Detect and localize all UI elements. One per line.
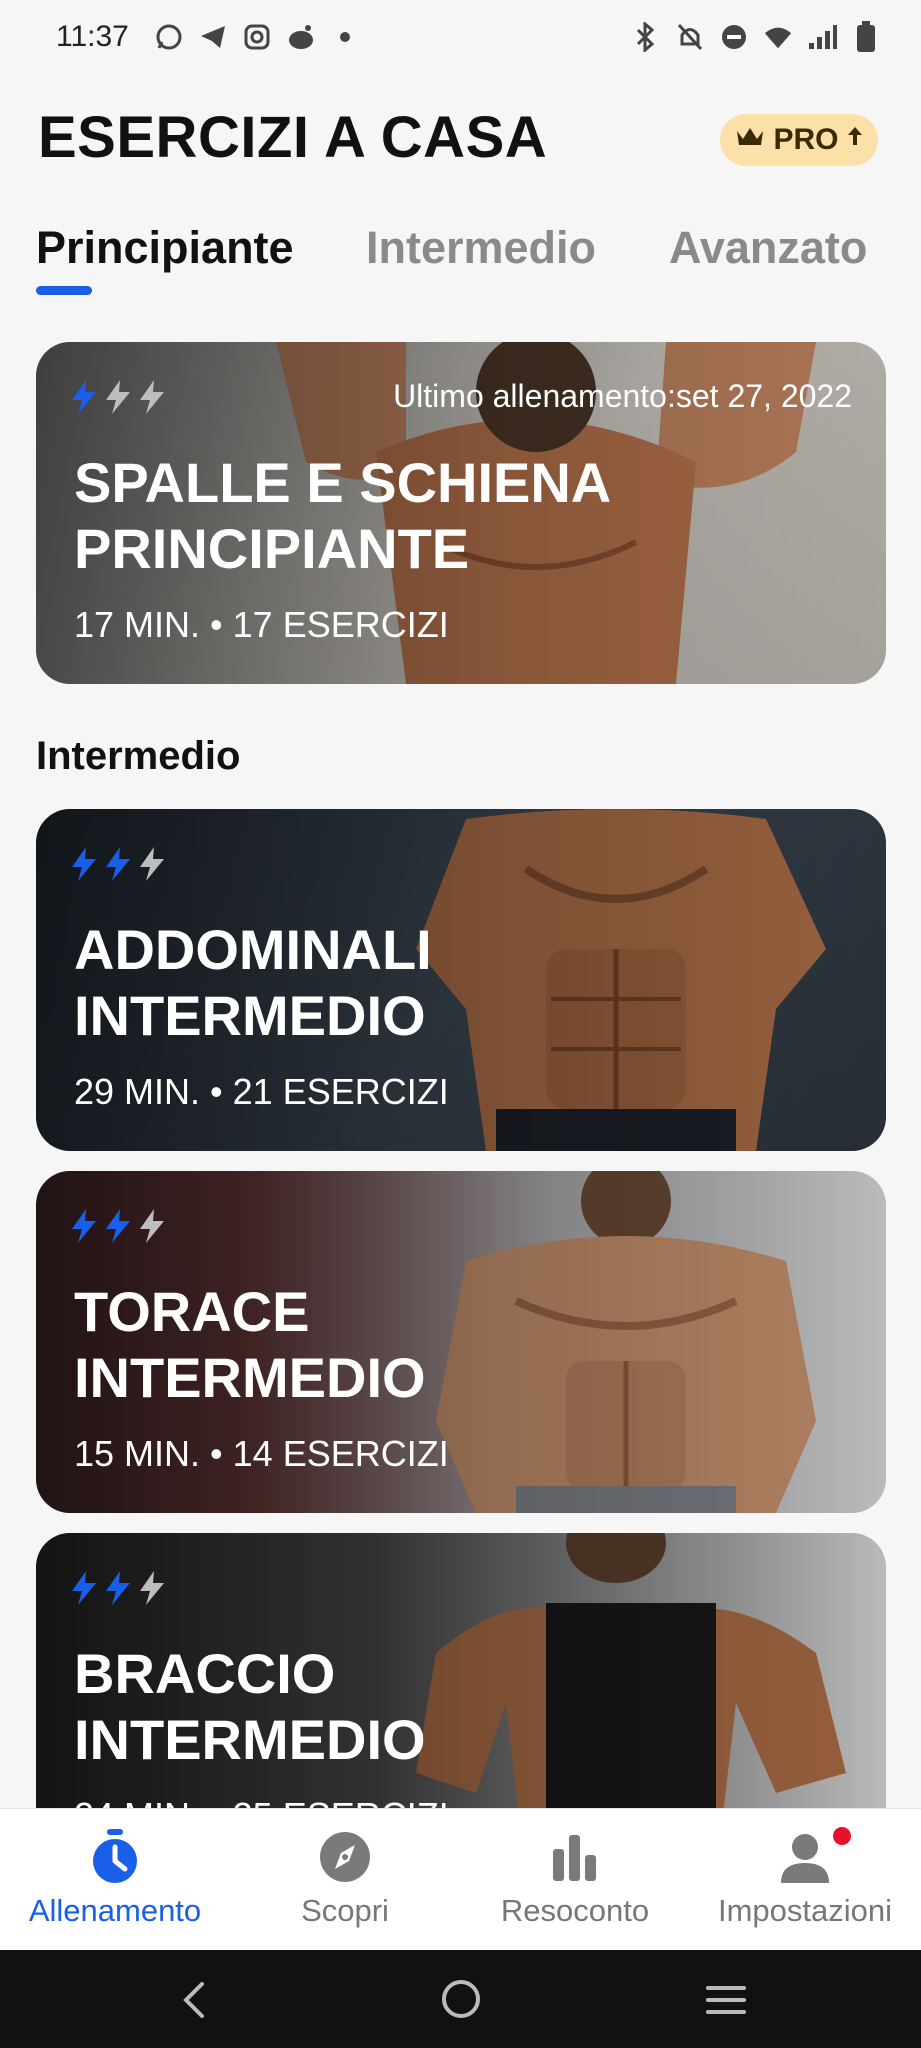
user-icon [781, 1834, 829, 1883]
battery-icon [851, 21, 881, 52]
bolt-inactive-icon [138, 380, 166, 419]
workout-card-featured[interactable]: Ultimo allenamento:set 27, 2022 SPALLE E… [36, 342, 886, 684]
home-icon[interactable] [440, 1978, 482, 2020]
bar-chart-icon [553, 1835, 596, 1881]
section-title: Intermedio [36, 734, 241, 778]
stopwatch-icon [93, 1829, 137, 1883]
tab-intermedio[interactable]: Intermedio [366, 222, 596, 274]
back-icon[interactable] [178, 1980, 208, 2020]
bolt-active-icon [70, 1209, 98, 1248]
nav-label: Allenamento [28, 1893, 202, 1928]
bolt-active-icon [70, 380, 98, 419]
nav-allenamento[interactable]: Allenamento [0, 1809, 230, 1951]
whatsapp-icon [154, 22, 184, 52]
difficulty-level [70, 1571, 166, 1610]
nav-label: Impostazioni [717, 1893, 893, 1928]
workout-title: SPALLE E SCHIENA PRINCIPIANTE [74, 451, 612, 580]
nav-impostazioni[interactable]: Impostazioni [690, 1809, 920, 1951]
difficulty-level [70, 1209, 166, 1248]
workout-meta: 15 MIN. • 14 ESERCIZI [74, 1433, 449, 1474]
nav-label: Resoconto [500, 1893, 650, 1928]
workout-title: BRACCIO INTERMEDIO [74, 1642, 426, 1771]
compass-icon [320, 1832, 370, 1882]
status-bar: 11:37 [0, 0, 921, 76]
bottom-navigation: Allenamento Scopri Resoconto Impostazion… [0, 1808, 921, 1951]
bolt-active-icon [104, 1571, 132, 1610]
bolt-active-icon [70, 847, 98, 886]
more-notifications-dot-icon [330, 22, 360, 52]
nav-resoconto[interactable]: Resoconto [460, 1809, 690, 1951]
bolt-active-icon [70, 1571, 98, 1610]
page-title: ESERCIZI A CASA [38, 105, 548, 170]
nav-label: Scopri [301, 1893, 389, 1928]
arrow-up-icon [847, 123, 863, 157]
bluetooth-icon [631, 22, 661, 52]
signal-icon [807, 22, 837, 52]
instagram-icon [242, 22, 272, 52]
workout-card-torace[interactable]: TORACE INTERMEDIO 15 MIN. • 14 ESERCIZI [36, 1171, 886, 1513]
pro-label: PRO [773, 123, 839, 156]
level-tabs: Principiante Intermedio Avanzato [36, 222, 896, 302]
pro-upgrade-button[interactable]: PRO [720, 114, 878, 166]
mute-icon [675, 22, 705, 52]
workout-meta: 17 MIN. • 17 ESERCIZI [74, 604, 449, 645]
recent-apps-icon[interactable] [704, 1982, 748, 2018]
workout-title: TORACE INTERMEDIO [74, 1280, 426, 1409]
tab-principiante[interactable]: Principiante [36, 222, 294, 274]
telegram-icon [198, 22, 228, 52]
workout-card-addominali[interactable]: ADDOMINALI INTERMEDIO 29 MIN. • 21 ESERC… [36, 809, 886, 1151]
bolt-inactive-icon [138, 847, 166, 886]
workout-title: ADDOMINALI INTERMEDIO [74, 918, 432, 1047]
crown-icon [735, 123, 765, 157]
bolt-active-icon [104, 1209, 132, 1248]
active-tab-indicator [36, 286, 92, 295]
bolt-inactive-icon [138, 1209, 166, 1248]
status-time: 11:37 [56, 20, 129, 53]
difficulty-level [70, 380, 166, 419]
difficulty-level [70, 847, 166, 886]
notification-badge [833, 1827, 851, 1845]
bolt-inactive-icon [138, 1571, 166, 1610]
system-navigation-bar [0, 1950, 921, 2048]
bolt-inactive-icon [104, 380, 132, 419]
reddit-icon [286, 22, 316, 52]
wifi-icon [763, 22, 793, 52]
workout-meta: 29 MIN. • 21 ESERCIZI [74, 1071, 449, 1112]
bolt-active-icon [104, 847, 132, 886]
nav-scopri[interactable]: Scopri [230, 1809, 460, 1951]
tab-avanzato[interactable]: Avanzato [669, 222, 867, 274]
do-not-disturb-icon [719, 22, 749, 52]
last-workout-date: Ultimo allenamento:set 27, 2022 [393, 378, 852, 414]
